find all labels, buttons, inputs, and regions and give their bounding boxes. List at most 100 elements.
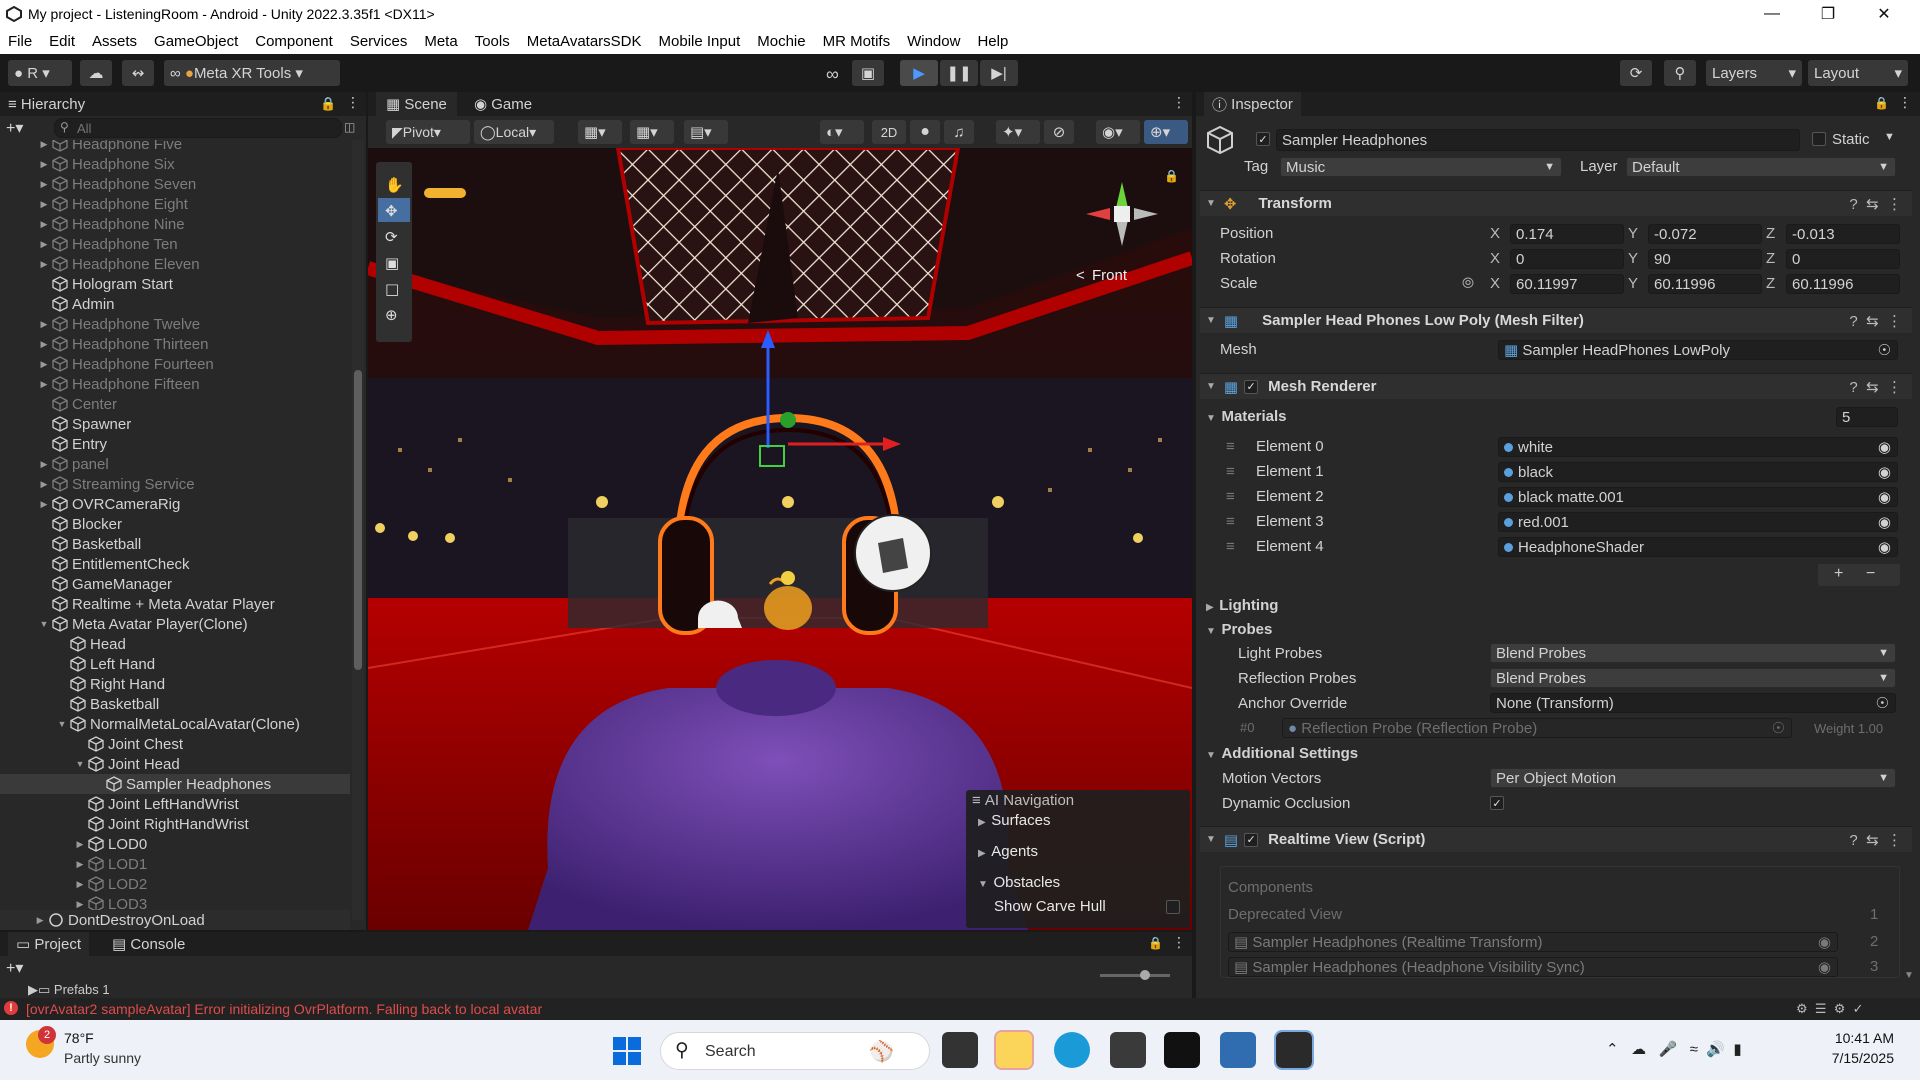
hierarchy-item[interactable]: Basketball [0, 694, 350, 714]
realtime-view-enabled-checkbox[interactable]: ✓ [1244, 832, 1259, 847]
hierarchy-item[interactable]: Left Hand [0, 654, 350, 674]
expand-arrow-icon[interactable]: ▶ [38, 479, 50, 490]
tag-dropdown[interactable]: Music ▼ [1280, 157, 1562, 177]
materials-foldout[interactable]: ▼ Materials [1206, 408, 1287, 425]
expand-arrow-icon[interactable]: ▶ [74, 859, 86, 870]
increment-snap-button[interactable]: ▦▾ [630, 120, 674, 144]
scale-tool-icon[interactable]: ▣ [385, 254, 399, 272]
transform-scale-z-field[interactable]: 60.11996 [1786, 274, 1900, 294]
lighting-toggle-button[interactable]: ⚫ [910, 120, 940, 144]
component-actions-icon[interactable]: ? ⇆ ⋮ [1849, 831, 1902, 849]
hierarchy-item[interactable]: Spawner [0, 414, 350, 434]
ai-nav-agents[interactable]: ▶ Agents [978, 843, 1038, 860]
overlay-menu-button[interactable]: ▤▾ [684, 120, 728, 144]
toggle-2d-button[interactable]: 2D [872, 120, 906, 144]
hierarchy-item[interactable]: ▶ Headphone Fourteen [0, 354, 350, 374]
hierarchy-item[interactable]: ▶ Headphone Six [0, 154, 350, 174]
menu-item[interactable]: File [8, 33, 32, 50]
motion-vectors-dropdown[interactable]: Per Object Motion ▼ [1490, 768, 1896, 788]
materials-count-field[interactable]: 5 [1836, 407, 1898, 427]
pause-button[interactable]: ❚❚ [940, 60, 978, 86]
tab-project[interactable]: ▭ Project [8, 932, 90, 956]
hierarchy-item[interactable]: EntitlementCheck [0, 554, 350, 574]
transform-position-y-field[interactable]: -0.072 [1648, 224, 1762, 244]
gizmos-button[interactable]: ⊕▾ [1144, 120, 1188, 144]
tab-hierarchy[interactable]: ≡ Hierarchy [8, 92, 85, 116]
kebab-menu-icon[interactable]: ⋮ [1898, 94, 1912, 111]
folder-item[interactable]: ▶▭ Prefabs 1 [28, 982, 110, 998]
filter-icon[interactable]: ◫ [344, 120, 355, 134]
simulator-button[interactable]: ▣ [852, 60, 884, 86]
light-probes-dropdown[interactable]: Blend Probes ▼ [1490, 643, 1896, 663]
menu-item[interactable]: Meta [424, 33, 457, 50]
lock-icon[interactable]: 🔒 [1148, 936, 1163, 950]
probes-foldout[interactable]: ▼ Probes [1206, 621, 1272, 638]
object-picker-icon[interactable]: ◉ [1878, 438, 1891, 456]
meta-quest-icon[interactable]: ∞ [826, 64, 839, 85]
tab-console[interactable]: ▤ Console [112, 932, 185, 956]
drag-handle-icon[interactable]: ≡ [1226, 513, 1235, 530]
add-object-button[interactable]: +▾ [6, 118, 23, 138]
tab-game[interactable]: ◉ Game [474, 92, 532, 116]
ai-nav-surfaces[interactable]: ▶ Surfaces [978, 812, 1050, 829]
kebab-menu-icon[interactable]: ⋮ [1172, 934, 1186, 951]
drag-handle-icon[interactable]: ≡ [1226, 488, 1235, 505]
menu-item[interactable]: MetaAvatarsSDK [527, 33, 642, 50]
hierarchy-item[interactable]: ▶ LOD0 [0, 834, 350, 854]
task-view-icon[interactable] [942, 1032, 978, 1068]
object-picker-icon[interactable]: ☉ [1876, 694, 1889, 712]
menu-item[interactable]: Help [977, 33, 1008, 50]
hierarchy-item[interactable]: Blocker [0, 514, 350, 534]
pivot-dropdown[interactable]: ◤ Pivot ▾ [386, 120, 470, 144]
ai-nav-obstacles[interactable]: ▼ Obstacles [978, 874, 1060, 891]
expand-arrow-icon[interactable]: ▶ [38, 239, 50, 250]
grid-snap-button[interactable]: ▦▾ [578, 120, 622, 144]
hierarchy-item[interactable]: ▼ Joint Head [0, 754, 350, 774]
expand-arrow-icon[interactable]: ▼ [56, 719, 68, 729]
realtime-view-header[interactable]: ▼ ▤ ✓ Realtime View (Script) ? ⇆ ⋮ [1200, 826, 1912, 852]
hierarchy-item[interactable]: Realtime + Meta Avatar Player [0, 594, 350, 614]
expand-arrow-icon[interactable]: ▶ [74, 899, 86, 910]
hierarchy-item[interactable]: Head [0, 634, 350, 654]
expand-arrow-icon[interactable]: ▶ [38, 319, 50, 330]
hierarchy-item[interactable]: ▶ LOD3 [0, 894, 350, 910]
hierarchy-item[interactable]: ▶ LOD2 [0, 874, 350, 894]
scroll-down-icon[interactable]: ▼ [1904, 970, 1914, 981]
layer-dropdown[interactable]: Default ▼ [1626, 157, 1896, 177]
expand-arrow-icon[interactable]: ▼ [74, 759, 86, 769]
transform-rotation-z-field[interactable]: 0 [1786, 249, 1900, 269]
rotate-tool-icon[interactable]: ⟳ [385, 228, 398, 246]
anchor-override-field[interactable]: None (Transform) ☉ [1490, 693, 1896, 713]
expand-arrow-icon[interactable]: ▶ [38, 159, 50, 170]
visibility-button[interactable]: ⊘ [1044, 120, 1074, 144]
remove-element-button[interactable]: − [1866, 565, 1875, 583]
material-slot-field[interactable]: white ◉ [1498, 437, 1898, 457]
lock-icon[interactable]: 🔒 [1874, 96, 1889, 110]
transform-scale-y-field[interactable]: 60.11996 [1648, 274, 1762, 294]
expand-arrow-icon[interactable]: ▼ [38, 619, 50, 629]
play-button[interactable]: ▶ [900, 60, 938, 86]
unity-hub-icon[interactable] [1110, 1032, 1146, 1068]
thumbnail-size-slider[interactable] [1100, 970, 1170, 980]
mesh-filter-header[interactable]: ▼ ▦ Sampler Head Phones Low Poly (Mesh Fil… [1200, 307, 1912, 333]
lighting-foldout[interactable]: ▶ Lighting [1206, 597, 1278, 614]
collab-button[interactable]: ↭ [122, 60, 154, 86]
hierarchy-item[interactable]: ▶ Headphone Fifteen [0, 374, 350, 394]
camera-settings-button[interactable]: ◉▾ [1096, 120, 1140, 144]
add-element-button[interactable]: + [1834, 565, 1843, 583]
shading-mode-button[interactable]: ◐▾ [820, 120, 864, 144]
file-explorer-icon[interactable] [994, 1030, 1034, 1070]
hierarchy-item[interactable]: Joint LeftHandWrist [0, 794, 350, 814]
history-button[interactable]: ⟳ [1620, 60, 1652, 86]
ai-nav-header[interactable]: ≡ AI Navigation [972, 792, 1074, 809]
expand-arrow-icon[interactable]: ▶ [38, 379, 50, 390]
menu-item[interactable]: GameObject [154, 33, 238, 50]
unity-editor-icon[interactable] [1274, 1030, 1314, 1070]
transform-rotation-x-field[interactable]: 0 [1510, 249, 1624, 269]
hierarchy-item[interactable]: Entry [0, 434, 350, 454]
photos-icon[interactable] [1220, 1032, 1256, 1068]
menu-item[interactable]: Mochie [757, 33, 805, 50]
static-dropdown[interactable]: ▼ [1884, 131, 1895, 143]
edge-browser-icon[interactable] [1054, 1032, 1090, 1068]
transform-header[interactable]: ▼ ✥ Transform ? ⇆ ⋮ [1200, 190, 1912, 216]
